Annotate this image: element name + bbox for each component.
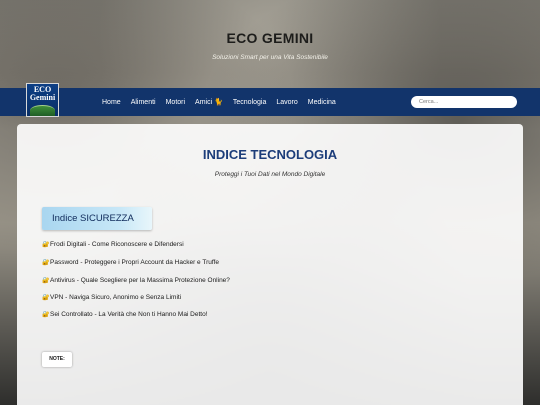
lock-icon: 🔐 bbox=[42, 278, 50, 284]
section-title-sicurezza: Indice SICUREZZA bbox=[42, 207, 152, 230]
page-subtitle: Proteggi i Tuoi Dati nel Mondo Digitale bbox=[214, 171, 326, 178]
list-item[interactable]: 🔐Sei Controllato - La Verità che Non ti … bbox=[42, 311, 208, 318]
nav-item-alimenti[interactable]: Alimenti bbox=[131, 99, 156, 106]
lock-icon: 🔐 bbox=[42, 312, 50, 318]
site-title: ECO GEMINI bbox=[226, 30, 314, 46]
list-item[interactable]: 🔐VPN - Naviga Sicuro, Anonimo e Senza Li… bbox=[42, 294, 181, 301]
link-text: VPN - Naviga Sicuro, Anonimo e Senza Lim… bbox=[50, 294, 182, 301]
logo-text-gemini: Gemini bbox=[29, 93, 56, 102]
link-text: Frodi Digitali - Come Riconoscere e Dife… bbox=[50, 241, 184, 248]
nav-item-home[interactable]: Home bbox=[102, 99, 121, 106]
nav-item-medicina[interactable]: Medicina bbox=[308, 99, 336, 106]
site-tagline: Soluzioni Smart per una Vita Sostenibile bbox=[212, 54, 328, 61]
nav-item-motori[interactable]: Motori bbox=[166, 99, 185, 106]
list-item[interactable]: 🔐Frodi Digitali - Come Riconoscere e Dif… bbox=[42, 241, 184, 248]
nav-item-label: Tecnologia bbox=[232, 98, 267, 106]
page-title: INDICE TECNOLOGIA bbox=[202, 147, 338, 162]
logo-globe-icon bbox=[30, 105, 55, 116]
link-text: Antivirus - Quale Scegliere per la Massi… bbox=[50, 277, 230, 284]
link-text: Password - Proteggere i Propri Account d… bbox=[50, 259, 219, 266]
nav-item-label: Lavoro bbox=[276, 98, 298, 106]
nav-item-label: Motori bbox=[165, 98, 186, 106]
nav-item-amici[interactable]: Amici 🐈 bbox=[195, 98, 223, 106]
nav-item-tecnologia[interactable]: Tecnologia bbox=[233, 99, 266, 106]
search-input[interactable] bbox=[411, 96, 517, 108]
lock-icon: 🔐 bbox=[42, 295, 50, 301]
list-item[interactable]: 🔐Antivirus - Quale Scegliere per la Mass… bbox=[42, 277, 230, 284]
link-text: Sei Controllato - La Verità che Non ti H… bbox=[50, 311, 208, 318]
site-logo[interactable]: ECO Gemini bbox=[26, 83, 59, 117]
cat-icon: 🐈 bbox=[214, 99, 223, 106]
nav-item-label: Amici bbox=[195, 99, 213, 106]
site-header: ECO GEMINI Soluzioni Smart per una Vita … bbox=[0, 0, 540, 88]
note-box: NOTE: bbox=[42, 352, 72, 367]
list-item[interactable]: 🔐Password - Proteggere i Propri Account … bbox=[42, 259, 219, 266]
nav-item-lavoro[interactable]: Lavoro bbox=[276, 99, 297, 106]
nav-item-label: Home bbox=[102, 98, 121, 106]
lock-icon: 🔐 bbox=[42, 260, 50, 266]
nav-item-label: Alimenti bbox=[130, 98, 156, 106]
nav-menu: Home Alimenti Motori Amici 🐈 Tecnologia L… bbox=[102, 88, 346, 116]
nav-item-label: Medicina bbox=[307, 98, 336, 106]
lock-icon: 🔐 bbox=[42, 242, 50, 248]
